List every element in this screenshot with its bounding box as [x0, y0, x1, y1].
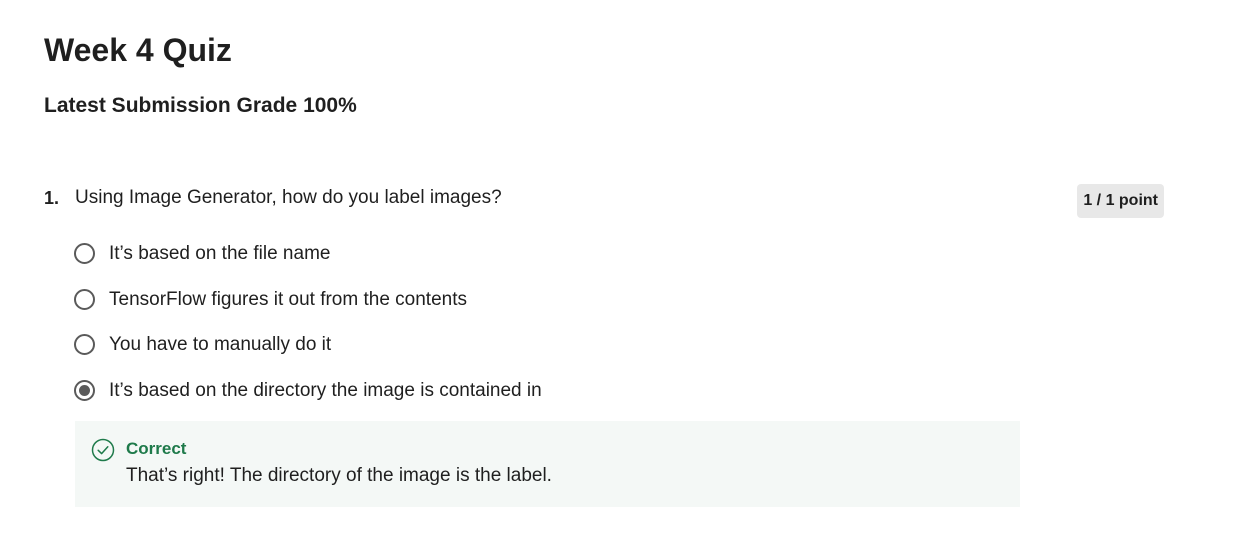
answer-option[interactable]: It’s based on the file name [73, 241, 542, 287]
points-badge: 1 / 1 point [1077, 184, 1164, 218]
option-label: It’s based on the directory the image is… [109, 379, 542, 401]
radio-button-selected[interactable] [74, 379, 95, 401]
question-header: 1. Using Image Generator, how do you lab… [44, 184, 1164, 218]
answer-options: It’s based on the file name TensorFlow f… [73, 241, 542, 423]
feedback-panel: Correct That’s right! The directory of t… [75, 421, 1020, 507]
option-label: TensorFlow figures it out from the conte… [109, 288, 467, 310]
option-label: You have to manually do it [109, 334, 332, 355]
answer-option-selected[interactable]: It’s based on the directory the image is… [73, 378, 542, 424]
question-text: Using Image Generator, how do you label … [75, 187, 502, 208]
option-label: It’s based on the file name [109, 243, 331, 264]
question-number: 1. [44, 188, 60, 208]
answer-option[interactable]: TensorFlow figures it out from the conte… [73, 287, 542, 333]
answer-option[interactable]: You have to manually do it [73, 332, 542, 378]
feedback-message: That’s right! The directory of the image… [126, 465, 552, 486]
check-circle-icon [91, 438, 115, 462]
radio-button[interactable] [74, 334, 95, 355]
submission-grade: Latest Submission Grade 100% [44, 94, 357, 117]
radio-button[interactable] [74, 288, 95, 310]
page-title: Week 4 Quiz [44, 32, 232, 68]
radio-button[interactable] [74, 243, 95, 264]
feedback-status: Correct [126, 439, 187, 458]
quiz-page: Week 4 Quiz Latest Submission Grade 100%… [0, 0, 1233, 533]
